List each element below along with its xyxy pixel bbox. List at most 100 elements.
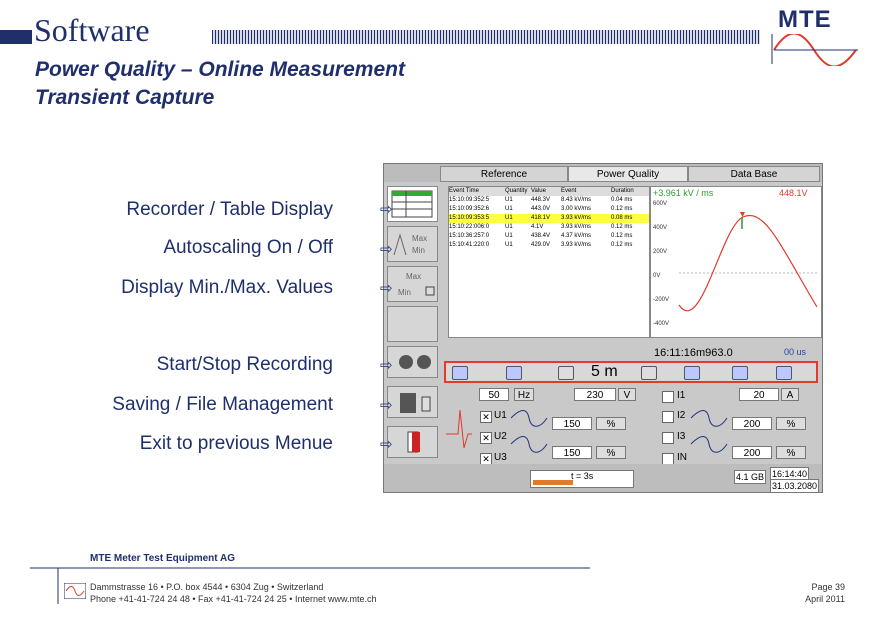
cell: 0.08 ms: [611, 215, 633, 221]
cell: U1: [505, 242, 513, 248]
i1-threshold-input[interactable]: 200: [732, 417, 772, 430]
small-logo-icon: [64, 583, 86, 599]
table-row[interactable]: 15:10:41:220:0 U1 429.0V 3.93 kV/ms 0.12 ms: [449, 241, 649, 250]
pointer-arrow-icon: ⇨: [380, 201, 393, 218]
recording-control-strip: 5 m: [444, 361, 818, 383]
cell: 8.43 kV/ms: [561, 197, 592, 203]
svg-text:Min: Min: [398, 288, 411, 297]
table-row[interactable]: 15:10:09:352:6 U1 443.0V 3.00 kV/ms 0.12 ms: [449, 205, 649, 214]
title-right-bar: [212, 30, 760, 44]
step-forward-button[interactable]: [684, 366, 700, 380]
device-screen: Reference Power Quality Data Base Max Mi…: [383, 163, 823, 493]
label-saving: Saving / File Management: [112, 394, 333, 415]
table-row[interactable]: 15:10:09:352:5 U1 448.3V 8.43 kV/ms 0.04 ms: [449, 196, 649, 205]
i1-unit: %: [776, 417, 806, 430]
frequency-input[interactable]: 50: [479, 388, 509, 401]
cell: 15:10:09:352:5: [449, 197, 490, 203]
i3-checkbox[interactable]: [662, 432, 674, 444]
min-max-icon: Max Min: [398, 272, 435, 297]
sine-logo-icon: [771, 34, 858, 66]
waveform-plot: +3.961 kV / ms 448.1V 600V 400V 200V 0V …: [650, 186, 822, 338]
subtitle-primary: Power Quality – Online Measurement: [35, 58, 405, 81]
cell: 443.0V: [531, 206, 551, 212]
min-max-button[interactable]: Max Min: [387, 266, 438, 302]
footer-date: April 2011: [805, 594, 845, 604]
tab-data-base[interactable]: Data Base: [688, 166, 820, 182]
storage-readout: 4.1 GB: [734, 470, 767, 484]
i3-label: I3: [677, 431, 686, 442]
cell: 4.37 kV/ms: [561, 233, 592, 239]
cell: 438.4V: [531, 233, 551, 239]
rewind-button[interactable]: [452, 366, 468, 380]
col-duration: Duration: [611, 188, 634, 194]
in-label: IN: [677, 452, 687, 463]
event-table: Event Time Quantity Value Event Duration 15:…: [448, 186, 650, 338]
timer-text: t = 3s: [571, 471, 594, 481]
tab-reference[interactable]: Reference: [440, 166, 568, 182]
ytick: -200V: [653, 297, 669, 303]
cell: 3.93 kV/ms: [561, 215, 592, 221]
u2-unit: %: [596, 446, 626, 459]
cell: U1: [505, 233, 513, 239]
start-stop-recording-button[interactable]: [387, 346, 438, 378]
u1-checkbox[interactable]: ✕: [480, 411, 492, 423]
tab-power-quality[interactable]: Power Quality: [568, 166, 688, 182]
voltage-input[interactable]: 230: [574, 388, 616, 401]
col-event-time: Event Time: [449, 188, 480, 194]
current-input[interactable]: 20: [739, 388, 779, 401]
frequency-unit: Hz: [514, 388, 534, 401]
recorder-table-button[interactable]: [387, 186, 438, 222]
ytick: 0V: [653, 273, 660, 279]
i2-checkbox[interactable]: [662, 411, 674, 423]
u2-checkbox[interactable]: ✕: [480, 432, 492, 444]
cell: 4.1V: [531, 224, 544, 230]
label-start-stop: Start/Stop Recording: [156, 354, 333, 375]
svg-text:Max: Max: [412, 234, 427, 243]
page-number: Page 39: [811, 582, 845, 592]
cell: 15:10:41:220:0: [449, 242, 490, 248]
step-back-button[interactable]: [506, 366, 522, 380]
i1-checkbox[interactable]: [662, 391, 674, 403]
i2-threshold-input[interactable]: 200: [732, 446, 772, 459]
prev-button[interactable]: [558, 366, 574, 380]
col-value: Value: [531, 188, 546, 194]
blank-side-button[interactable]: [387, 306, 438, 342]
u2-threshold-input[interactable]: 150: [552, 446, 592, 459]
u1-label: U1: [494, 410, 507, 421]
page-title: Software: [34, 12, 150, 48]
i2-label: I2: [677, 410, 686, 421]
next-button[interactable]: [641, 366, 657, 380]
save-file-button[interactable]: [387, 386, 438, 418]
cell: U1: [505, 224, 513, 230]
table-row-selected[interactable]: 15:10:09:353:5 U1 418.1V 3.93 kV/ms 0.08 ms: [449, 214, 649, 223]
table-row[interactable]: 15:10:36:257:0 U1 438.4V 4.37 kV/ms 0.12 ms: [449, 232, 649, 241]
table-row[interactable]: 15:10:22:006:0 U1 4.1V 3.93 kV/ms 0.12 ms: [449, 223, 649, 232]
svg-text:Min: Min: [412, 246, 425, 255]
rate-label: +3.961 kV / ms: [653, 188, 714, 198]
u1-threshold-input[interactable]: 150: [552, 417, 592, 430]
save-disk-icon: [400, 393, 431, 413]
cell: 429.0V: [531, 242, 551, 248]
cell: 0.12 ms: [611, 206, 633, 212]
autoscaling-button[interactable]: Max Min: [387, 226, 438, 262]
pointer-arrow-icon: ⇨: [380, 436, 393, 453]
fast-forward-button[interactable]: [776, 366, 792, 380]
status-bar: t = 3s 4.1 GB 16:14:40 31.03.2080: [384, 464, 822, 493]
voltage-wave-icon: [510, 410, 548, 453]
label-min-max: Display Min./Max. Values: [121, 277, 333, 298]
label-exit: Exit to previous Menue: [139, 433, 333, 454]
cell: 15:10:22:006:0: [449, 224, 490, 230]
exit-button[interactable]: [387, 426, 438, 458]
pointer-arrow-icon: ⇨: [380, 357, 393, 374]
autoscale-icon: Max Min: [393, 233, 427, 256]
address-line-1: Dammstrasse 16 • P.O. box 4544 • 6304 Zu…: [90, 582, 324, 592]
cell: 0.04 ms: [611, 197, 633, 203]
transient-icon: [446, 409, 472, 449]
svg-text:Max: Max: [406, 272, 421, 281]
table-header-row: Event Time Quantity Value Event Duration: [449, 187, 649, 196]
record-icon: [399, 355, 431, 369]
scope-time: 16:11:16m963.0: [654, 347, 733, 359]
cell: 3.00 kV/ms: [561, 206, 592, 212]
ytick: 400V: [653, 225, 667, 231]
forward-button[interactable]: [732, 366, 748, 380]
